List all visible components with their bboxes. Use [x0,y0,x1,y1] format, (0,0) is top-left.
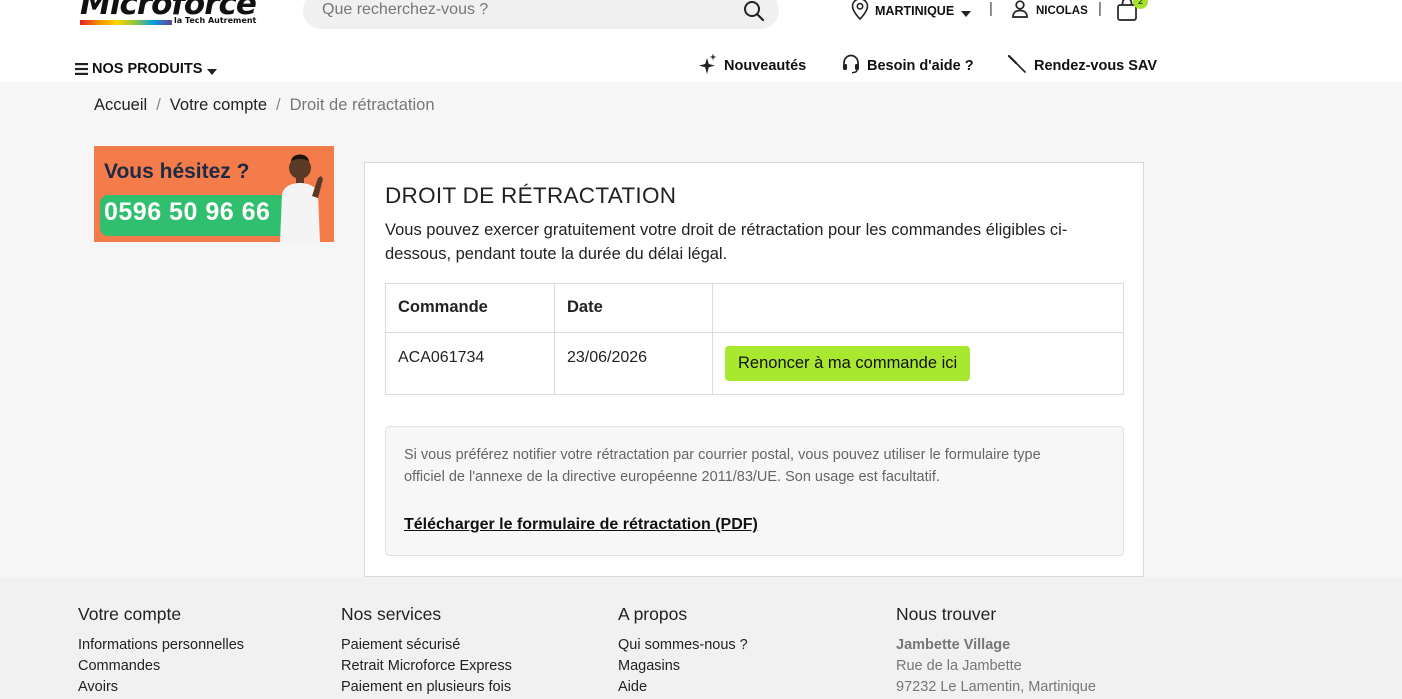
table-row: ACA061734 23/06/2026 Renoncer à ma comma… [385,332,1124,395]
footer-link[interactable]: Commandes [78,656,244,677]
products-menu-label: NOS PRODUITS [92,61,203,77]
footer-column-title: A propos [618,604,688,624]
postal-notice-text: Si vous préférez notifier votre rétracta… [404,447,1041,485]
table-header-row: Commande Date [385,283,1124,333]
order-action-cell: Renoncer à ma commande ici [712,332,1124,395]
sparkle-icon [698,53,717,79]
shopping-bag-icon [1116,0,1138,26]
footer-link[interactable]: Magasins [618,656,748,677]
footer-link[interactable]: Aide [618,677,748,698]
search-bar [303,0,779,29]
postal-notice: Si vous préférez notifier votre rétracta… [385,426,1124,556]
breadcrumb-separator: / [156,96,161,114]
chevron-down-icon [961,2,972,21]
search-input[interactable] [322,0,722,22]
column-header-order: Commande [385,283,555,333]
footer-column-services: Nos services Paiement sécurisé Retrait M… [341,604,512,698]
footer-link[interactable]: Paiement sécurisé [341,635,512,656]
nav-label: Besoin d'aide ? [867,58,974,74]
store-city: 97232 Le Lamentin, Martinique [896,679,1096,695]
logo-tagline: la Tech Autrement [174,16,257,25]
nav-label: Rendez-vous SAV [1034,58,1158,74]
user-account[interactable]: NICOLAS [1011,0,1088,22]
promo-question: Vous hésitez ? [104,160,250,183]
cart-button[interactable]: 2 [1116,0,1148,22]
headset-icon [842,54,860,78]
footer-column-about: A propos Qui sommes-nous ? Magasins Aide [618,604,748,698]
store-street: Rue de la Jambette [896,658,1022,674]
column-header-action [712,283,1124,333]
header-separator: | [989,0,993,17]
promo-phone-number: 0596 50 96 66 [104,198,271,226]
breadcrumb-current: Droit de rétractation [289,96,435,114]
cart-count-badge: 2 [1133,0,1148,9]
order-number: ACA061734 [385,332,555,395]
page-title: DROIT DE RÉTRACTATION [385,183,677,208]
store-name: Jambette Village [896,637,1011,653]
nav-help[interactable]: Besoin d'aide ? [842,54,974,78]
breadcrumb-separator: / [276,96,281,114]
location-selector[interactable]: MARTINIQUE [851,0,972,24]
footer-link[interactable]: Qui sommes-nous ? [618,635,748,656]
header-separator: | [1098,0,1102,17]
site-footer: Votre compte Informations personnelles C… [0,577,1402,699]
page-intro: Vous pouvez exercer gratuitement votre d… [385,221,1068,263]
withdrawal-card: DROIT DE RÉTRACTATION Vous pouvez exerce… [364,162,1144,577]
nav-new-products[interactable]: Nouveautés [698,53,807,79]
hamburger-menu-icon [75,60,88,79]
breadcrumb-account[interactable]: Votre compte [170,96,267,115]
renounce-order-button[interactable]: Renoncer à ma commande ici [725,346,971,381]
footer-column-title: Votre compte [78,604,182,624]
products-menu-button[interactable]: NOS PRODUITS [75,59,218,79]
footer-link[interactable]: Retrait Microforce Express [341,656,512,677]
promo-banner[interactable]: Vous hésitez ? 0596 50 96 66 [94,146,334,242]
footer-link[interactable]: Informations personnelles [78,635,244,656]
column-header-date: Date [554,283,713,333]
logo-color-bar [80,20,172,25]
location-label: MARTINIQUE [875,4,955,18]
footer-column-account: Votre compte Informations personnelles C… [78,604,244,698]
nav-repair-appointment[interactable]: Rendez-vous SAV [1007,54,1158,78]
footer-column-find-us: Nous trouver Jambette Village Rue de la … [896,604,1096,698]
footer-link[interactable]: Avoirs [78,677,244,698]
breadcrumb-home[interactable]: Accueil [94,96,147,115]
order-date: 23/06/2026 [554,332,713,395]
user-name: NICOLAS [1036,5,1088,17]
caret-down-icon [207,60,218,79]
promo-person-illustration [274,146,334,242]
site-logo[interactable]: Microforce la Tech Autrement [80,0,262,30]
orders-table: Commande Date ACA061734 23/06/2026 Renon… [385,283,1124,395]
screwdriver-icon [1007,54,1027,78]
footer-link[interactable]: Paiement en plusieurs fois [341,677,512,698]
footer-column-title: Nos services [341,604,442,624]
location-pin-icon [851,0,869,24]
nav-label: Nouveautés [724,58,807,74]
footer-column-title: Nous trouver [896,604,997,624]
site-header: Microforce la Tech Autrement MARTINIQUE … [0,0,1402,82]
search-icon[interactable] [743,0,765,26]
download-form-link[interactable]: Télécharger le formulaire de rétractatio… [404,516,758,534]
user-icon [1011,0,1029,22]
breadcrumb: Accueil / Votre compte / Droit de rétrac… [94,96,435,115]
